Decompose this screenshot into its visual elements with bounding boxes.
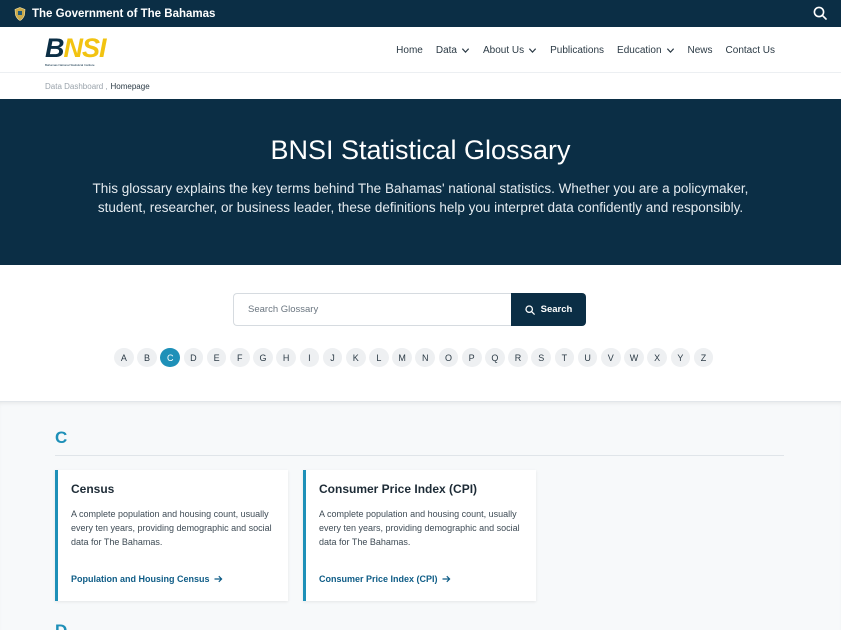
nav-item-data[interactable]: Data	[436, 45, 470, 56]
letter-filter-v[interactable]: V	[600, 348, 621, 367]
alphabet-filter: ABCDEFGHIJKLMNOPQRSTUVWXYZ	[114, 348, 714, 367]
search-icon	[525, 304, 535, 315]
card-title: Census	[71, 482, 115, 496]
letter-filter-f[interactable]: F	[229, 348, 250, 367]
breadcrumb-separator: ,	[105, 82, 108, 91]
letter-filter-e[interactable]: E	[206, 348, 227, 367]
nav-menu: Home Data About Us Publications Educatio…	[383, 27, 775, 73]
breadcrumb: Data Dashboard , Homepage	[45, 82, 150, 91]
letter-filter-z[interactable]: Z	[693, 348, 714, 367]
arrow-right-icon	[214, 575, 222, 583]
card-description: A complete population and housing count,…	[319, 509, 520, 547]
nav-item-home[interactable]: Home	[396, 45, 423, 56]
letter-filter-r[interactable]: R	[508, 348, 528, 367]
chevron-down-icon	[666, 47, 674, 53]
search-icon[interactable]	[813, 6, 827, 20]
page-title: BNSI Statistical Glossary	[270, 135, 571, 165]
letter-filter-p[interactable]: P	[461, 348, 482, 367]
page-description: This glossary explains the key terms beh…	[92, 181, 749, 215]
card-description: A complete population and housing count,…	[71, 509, 272, 547]
government-title[interactable]: The Government of The Bahamas	[32, 8, 215, 20]
letter-filter-o[interactable]: O	[438, 348, 459, 367]
letter-filter-k[interactable]: K	[345, 348, 366, 367]
chevron-down-icon	[461, 47, 470, 53]
card-link[interactable]: Consumer Price Index (CPI)	[319, 574, 451, 584]
card-title: Consumer Price Index (CPI)	[319, 482, 478, 496]
letter-filter-i[interactable]: I	[299, 348, 320, 367]
card-link-label: Population and Housing Census	[71, 574, 210, 584]
nav-item-about-us[interactable]: About Us	[483, 45, 537, 56]
letter-filter-b[interactable]: B	[137, 348, 157, 367]
glossary-results: C Census A complete population and housi…	[0, 401, 841, 630]
letter-filter-t[interactable]: T	[554, 348, 575, 367]
next-section-heading-letter: D	[55, 621, 67, 630]
bnsi-logo[interactable]: BNSI Bahamas National Statistical Instit…	[45, 33, 107, 67]
card-link[interactable]: Population and Housing Census	[71, 574, 223, 584]
letter-filter-a[interactable]: A	[114, 348, 134, 367]
breadcrumb-current: Homepage	[110, 82, 150, 91]
letter-filter-l[interactable]: L	[369, 348, 389, 367]
letter-filter-j[interactable]: J	[322, 348, 343, 367]
letter-filter-n[interactable]: N	[415, 348, 436, 367]
letter-filter-q[interactable]: Q	[485, 348, 505, 367]
logo-subtitle: Bahamas National Statistical Institute	[45, 63, 95, 67]
nav-item-contact-us[interactable]: Contact Us	[726, 45, 775, 56]
search-input[interactable]	[233, 293, 511, 326]
letter-filter-h[interactable]: H	[276, 348, 296, 367]
letter-filter-w[interactable]: W	[624, 348, 644, 367]
breadcrumb-parent-link[interactable]: Data Dashboard	[45, 82, 103, 91]
card-link-label: Consumer Price Index (CPI)	[319, 574, 438, 584]
letter-filter-s[interactable]: S	[531, 348, 552, 367]
glossary-search: Search	[233, 293, 586, 326]
letter-filter-x[interactable]: X	[647, 348, 667, 367]
letter-filter-m[interactable]: M	[392, 348, 412, 367]
letter-filter-g[interactable]: G	[253, 348, 273, 367]
letter-filter-y[interactable]: Y	[670, 348, 691, 367]
coat-of-arms-icon	[14, 6, 26, 21]
glossary-card: Consumer Price Index (CPI) A complete po…	[303, 470, 536, 601]
search-button[interactable]: Search	[511, 293, 586, 326]
section-heading-letter: C	[55, 428, 68, 447]
nav-item-news[interactable]: News	[688, 45, 713, 56]
search-button-label: Search	[540, 304, 573, 315]
logo-wordmark: BNSI	[45, 33, 107, 63]
arrow-right-icon	[442, 575, 450, 583]
glossary-card: Census A complete population and housing…	[55, 470, 288, 601]
nav-item-education[interactable]: Education	[617, 45, 674, 56]
main-navbar: BNSI Bahamas National Statistical Instit…	[0, 27, 841, 73]
section-divider	[55, 455, 784, 456]
hero-banner: BNSI Statistical Glossary This glossary …	[0, 99, 841, 265]
nav-item-publications[interactable]: Publications	[550, 45, 604, 56]
letter-filter-d[interactable]: D	[183, 348, 204, 367]
letter-filter-u[interactable]: U	[577, 348, 598, 367]
chevron-down-icon	[529, 47, 537, 53]
letter-filter-c[interactable]: C	[160, 348, 181, 367]
government-bar: The Government of The Bahamas	[0, 0, 841, 27]
